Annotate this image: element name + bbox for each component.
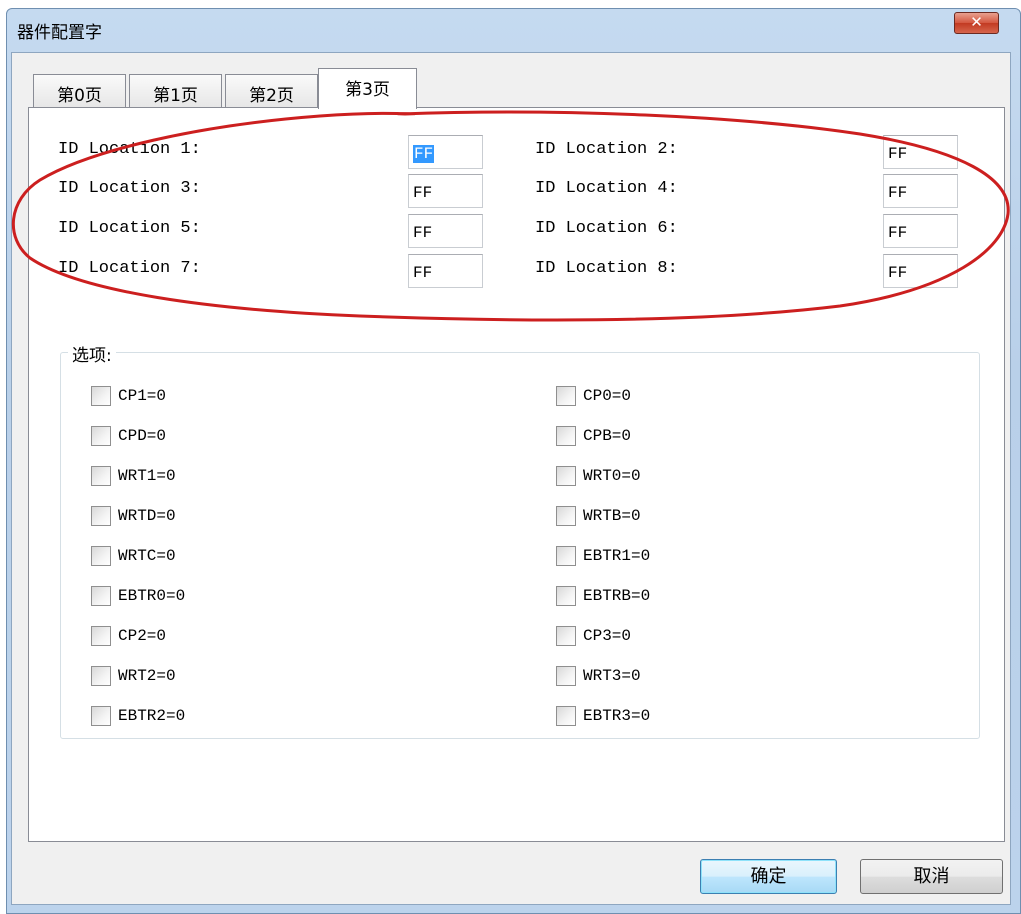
- checkbox[interactable]: [91, 426, 111, 446]
- tab-label: 第1页: [153, 86, 198, 106]
- option-label: EBTR2=0: [118, 707, 186, 725]
- id-location-1-value: FF: [413, 145, 435, 163]
- tab-page-1[interactable]: 第1页: [129, 74, 222, 108]
- checkbox[interactable]: [556, 626, 576, 646]
- id-location-1-input[interactable]: FF: [408, 135, 483, 169]
- checkbox[interactable]: [91, 506, 111, 526]
- checkbox[interactable]: [556, 506, 576, 526]
- option-label: WRT3=0: [583, 667, 641, 685]
- checkbox[interactable]: [91, 586, 111, 606]
- option-label: EBTRB=0: [583, 587, 651, 605]
- checkbox[interactable]: [91, 666, 111, 686]
- option-label: WRT2=0: [118, 667, 176, 685]
- id-location-5-label: ID Location 5:: [58, 219, 201, 238]
- checkbox[interactable]: [91, 546, 111, 566]
- cancel-button[interactable]: 取消: [860, 859, 1003, 894]
- option-label: WRTD=0: [118, 507, 176, 525]
- options-group: [60, 352, 980, 739]
- checkbox[interactable]: [91, 626, 111, 646]
- id-location-6-label: ID Location 6:: [535, 219, 678, 238]
- checkbox[interactable]: [91, 466, 111, 486]
- option-label: EBTR3=0: [583, 707, 651, 725]
- id-location-5-input[interactable]: FF: [408, 214, 483, 248]
- id-location-8-label: ID Location 8:: [535, 259, 678, 278]
- option-label: CP0=0: [583, 387, 632, 405]
- id-location-4-label: ID Location 4:: [535, 179, 678, 198]
- option-label: WRT1=0: [118, 467, 176, 485]
- checkbox[interactable]: [556, 546, 576, 566]
- id-location-3-input[interactable]: FF: [408, 174, 483, 208]
- id-location-2-label: ID Location 2:: [535, 140, 678, 159]
- tab-label: 第3页: [345, 80, 390, 100]
- ok-button[interactable]: 确定: [700, 859, 837, 894]
- id-location-7-label: ID Location 7:: [58, 259, 201, 278]
- window-title: 器件配置字: [17, 23, 102, 43]
- option-label: CP1=0: [118, 387, 167, 405]
- id-location-2-input[interactable]: FF: [883, 135, 958, 169]
- checkbox[interactable]: [556, 426, 576, 446]
- id-location-4-value: FF: [888, 184, 908, 202]
- id-location-2-value: FF: [888, 145, 908, 163]
- options-group-title: 选项:: [68, 341, 116, 366]
- option-label: CP3=0: [583, 627, 632, 645]
- tab-label: 第0页: [57, 86, 102, 106]
- id-location-3-label: ID Location 3:: [58, 179, 201, 198]
- option-label: WRT0=0: [583, 467, 641, 485]
- tab-page-0[interactable]: 第0页: [33, 74, 126, 108]
- checkbox[interactable]: [556, 586, 576, 606]
- id-location-1-label: ID Location 1:: [58, 140, 201, 159]
- close-button[interactable]: ✕: [954, 12, 999, 34]
- checkbox[interactable]: [556, 706, 576, 726]
- option-label: EBTR1=0: [583, 547, 651, 565]
- tab-page-3[interactable]: 第3页: [318, 68, 417, 109]
- id-location-6-value: FF: [888, 224, 908, 242]
- tab-label: 第2页: [249, 86, 294, 106]
- checkbox[interactable]: [556, 666, 576, 686]
- id-location-8-value: FF: [888, 264, 908, 282]
- option-label: WRTB=0: [583, 507, 641, 525]
- option-label: EBTR0=0: [118, 587, 186, 605]
- checkbox[interactable]: [556, 386, 576, 406]
- close-icon: ✕: [970, 13, 983, 31]
- id-location-4-input[interactable]: FF: [883, 174, 958, 208]
- option-label: WRTC=0: [118, 547, 176, 565]
- tab-page-2[interactable]: 第2页: [225, 74, 318, 108]
- option-label: CPB=0: [583, 427, 632, 445]
- checkbox[interactable]: [556, 466, 576, 486]
- id-location-5-value: FF: [413, 224, 433, 242]
- checkbox[interactable]: [91, 706, 111, 726]
- option-label: CP2=0: [118, 627, 167, 645]
- checkbox[interactable]: [91, 386, 111, 406]
- id-location-6-input[interactable]: FF: [883, 214, 958, 248]
- id-location-3-value: FF: [413, 184, 433, 202]
- id-location-7-input[interactable]: FF: [408, 254, 483, 288]
- id-location-7-value: FF: [413, 264, 433, 282]
- option-label: CPD=0: [118, 427, 167, 445]
- id-location-8-input[interactable]: FF: [883, 254, 958, 288]
